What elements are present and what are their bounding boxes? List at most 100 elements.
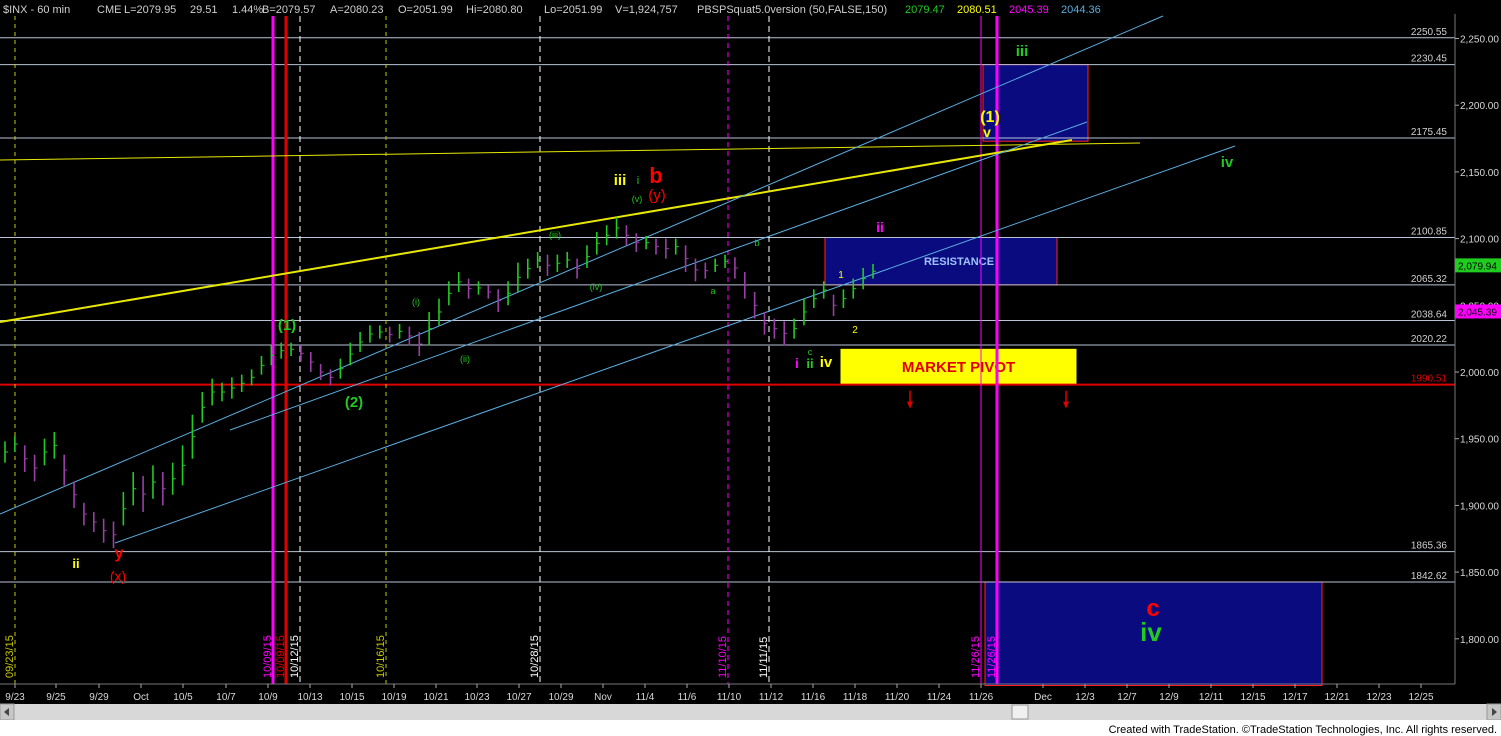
wave-label: (iv) [590,282,603,292]
horizontal-scrollbar[interactable] [0,703,1501,721]
level-label: 1990.51 [1411,374,1448,385]
y-tick-label: 2,250.00 [1460,35,1499,46]
wave-label: v [983,124,991,140]
wave-label: (x) [110,568,126,584]
date-marker-label: 10/12/15 [289,635,301,678]
wave-label: (i) [412,297,420,307]
header-ind-value-4: 2044.36 [1061,4,1101,16]
x-tick-label: Oct [133,692,149,703]
date-marker-label: 11/11/15 [758,637,770,678]
header-ind-value-1: 2079.47 [905,4,945,16]
date-marker-label: 11/26/15 [986,636,998,678]
level-label: 1842.62 [1411,571,1448,582]
x-tick-label: 12/11 [1199,692,1224,703]
x-tick-label: 11/16 [801,692,826,703]
date-marker-label: 11/26/15 [970,636,982,678]
header-open: O=2051.99 [398,4,453,16]
date-marker-label: 10/28/15 [529,635,541,678]
wave-label: ii [72,556,79,571]
scrollbar-track[interactable] [0,704,1501,720]
x-tick-label: 11/24 [927,692,952,703]
wave-label: (v) [632,194,643,204]
wave-label: ii [806,356,813,371]
price-chart[interactable]: $INX - 60 min CME L=2079.95 29.51 1.44% … [0,0,1501,736]
level-label: 1865.36 [1411,541,1448,552]
level-label: 2038.64 [1411,309,1448,320]
date-marker-label: 09/23/15 [4,635,16,678]
wave-label: (ii) [460,354,470,364]
wave-label: (2) [345,394,363,411]
wave-label: (iii) [549,230,561,240]
x-tick-label: 11/12 [759,692,784,703]
header-bid: B=2079.57 [262,4,316,16]
wave-label: i [637,175,639,187]
x-tick-label: 11/10 [717,692,742,703]
header-symbol: $INX - 60 min [3,4,70,16]
wave-label: (y) [648,187,666,204]
x-tick-label: 12/23 [1366,692,1391,703]
wave-label: (1) [278,317,296,334]
header-change: 29.51 [190,4,218,16]
x-tick-label: 11/18 [843,692,868,703]
wave-label: iii [1016,43,1029,60]
x-tick-label: 10/29 [548,692,573,703]
price-axis-panel [1455,14,1501,684]
level-label: 2230.45 [1411,54,1448,65]
wave-label: iv [1140,617,1162,647]
x-tick-label: 11/4 [636,692,655,703]
x-tick-label: 9/25 [46,692,66,703]
wave-label: 2 [852,325,858,336]
header-last: L=2079.95 [124,4,176,16]
y-tick-label: 2,150.00 [1460,168,1499,179]
footer-copyright: Created with TradeStation. ©TradeStation… [1109,724,1497,736]
wave-label: iii [614,172,627,189]
y-tick-label: 2,100.00 [1460,235,1499,246]
wave-label: b [754,238,759,248]
wave-label: a [710,286,715,296]
x-tick-label: 11/26 [969,692,994,703]
date-marker-label: 10/09/15 [262,635,274,678]
x-tick-label: 10/5 [173,692,193,703]
y-tick-label: 1,900.00 [1460,501,1499,512]
x-tick-label: 12/3 [1075,692,1095,703]
wave-label: 1 [838,270,844,281]
x-tick-label: 12/21 [1324,692,1349,703]
header-ind-value-3: 2045.39 [1009,4,1049,16]
x-tick-label: 10/21 [423,692,448,703]
x-tick-label: 10/27 [506,692,531,703]
x-tick-label: Dec [1034,692,1052,703]
x-tick-label: 10/15 [339,692,364,703]
y-tick-label: 1,800.00 [1460,635,1499,646]
x-tick-label: 11/20 [885,692,910,703]
wave-label: b [649,163,662,188]
wave-label: ii [876,219,884,235]
y-tick-label: 2,200.00 [1460,101,1499,112]
level-label: 2020.22 [1411,334,1448,345]
y-tick-label: 2,000.00 [1460,368,1499,379]
date-marker-label: 11/10/15 [717,636,729,678]
level-label: 2250.55 [1411,27,1448,38]
y-tick-label: 1,950.00 [1460,435,1499,446]
x-tick-label: 10/7 [216,692,236,703]
scrollbar-thumb[interactable] [1011,704,1029,720]
x-tick-label: 12/25 [1408,692,1433,703]
last-price-tag-label: 2,079.94 [1458,261,1497,272]
date-marker-label: 10/16/15 [375,635,387,678]
header-ask: A=2080.23 [330,4,384,16]
date-marker-label: 10/09/15 [275,635,287,678]
header-lo: Lo=2051.99 [544,4,602,16]
wave-label: iv [1221,154,1234,171]
x-tick-label: Nov [594,692,612,703]
header-volume: V=1,924,757 [615,4,678,16]
wave-label: y [115,545,124,562]
zone-label: RESISTANCE [924,256,994,268]
level-label: 2175.45 [1411,127,1448,138]
header-ind-value-2: 2080.51 [957,4,997,16]
x-tick-label: 10/19 [381,692,406,703]
x-tick-label: 12/17 [1282,692,1307,703]
x-tick-label: 10/9 [258,692,278,703]
x-tick-label: 10/23 [464,692,489,703]
x-tick-label: 12/7 [1117,692,1137,703]
x-tick-label: 10/13 [297,692,322,703]
header-indicator: PBSPSquat5.0version (50,FALSE,150) [697,4,887,16]
